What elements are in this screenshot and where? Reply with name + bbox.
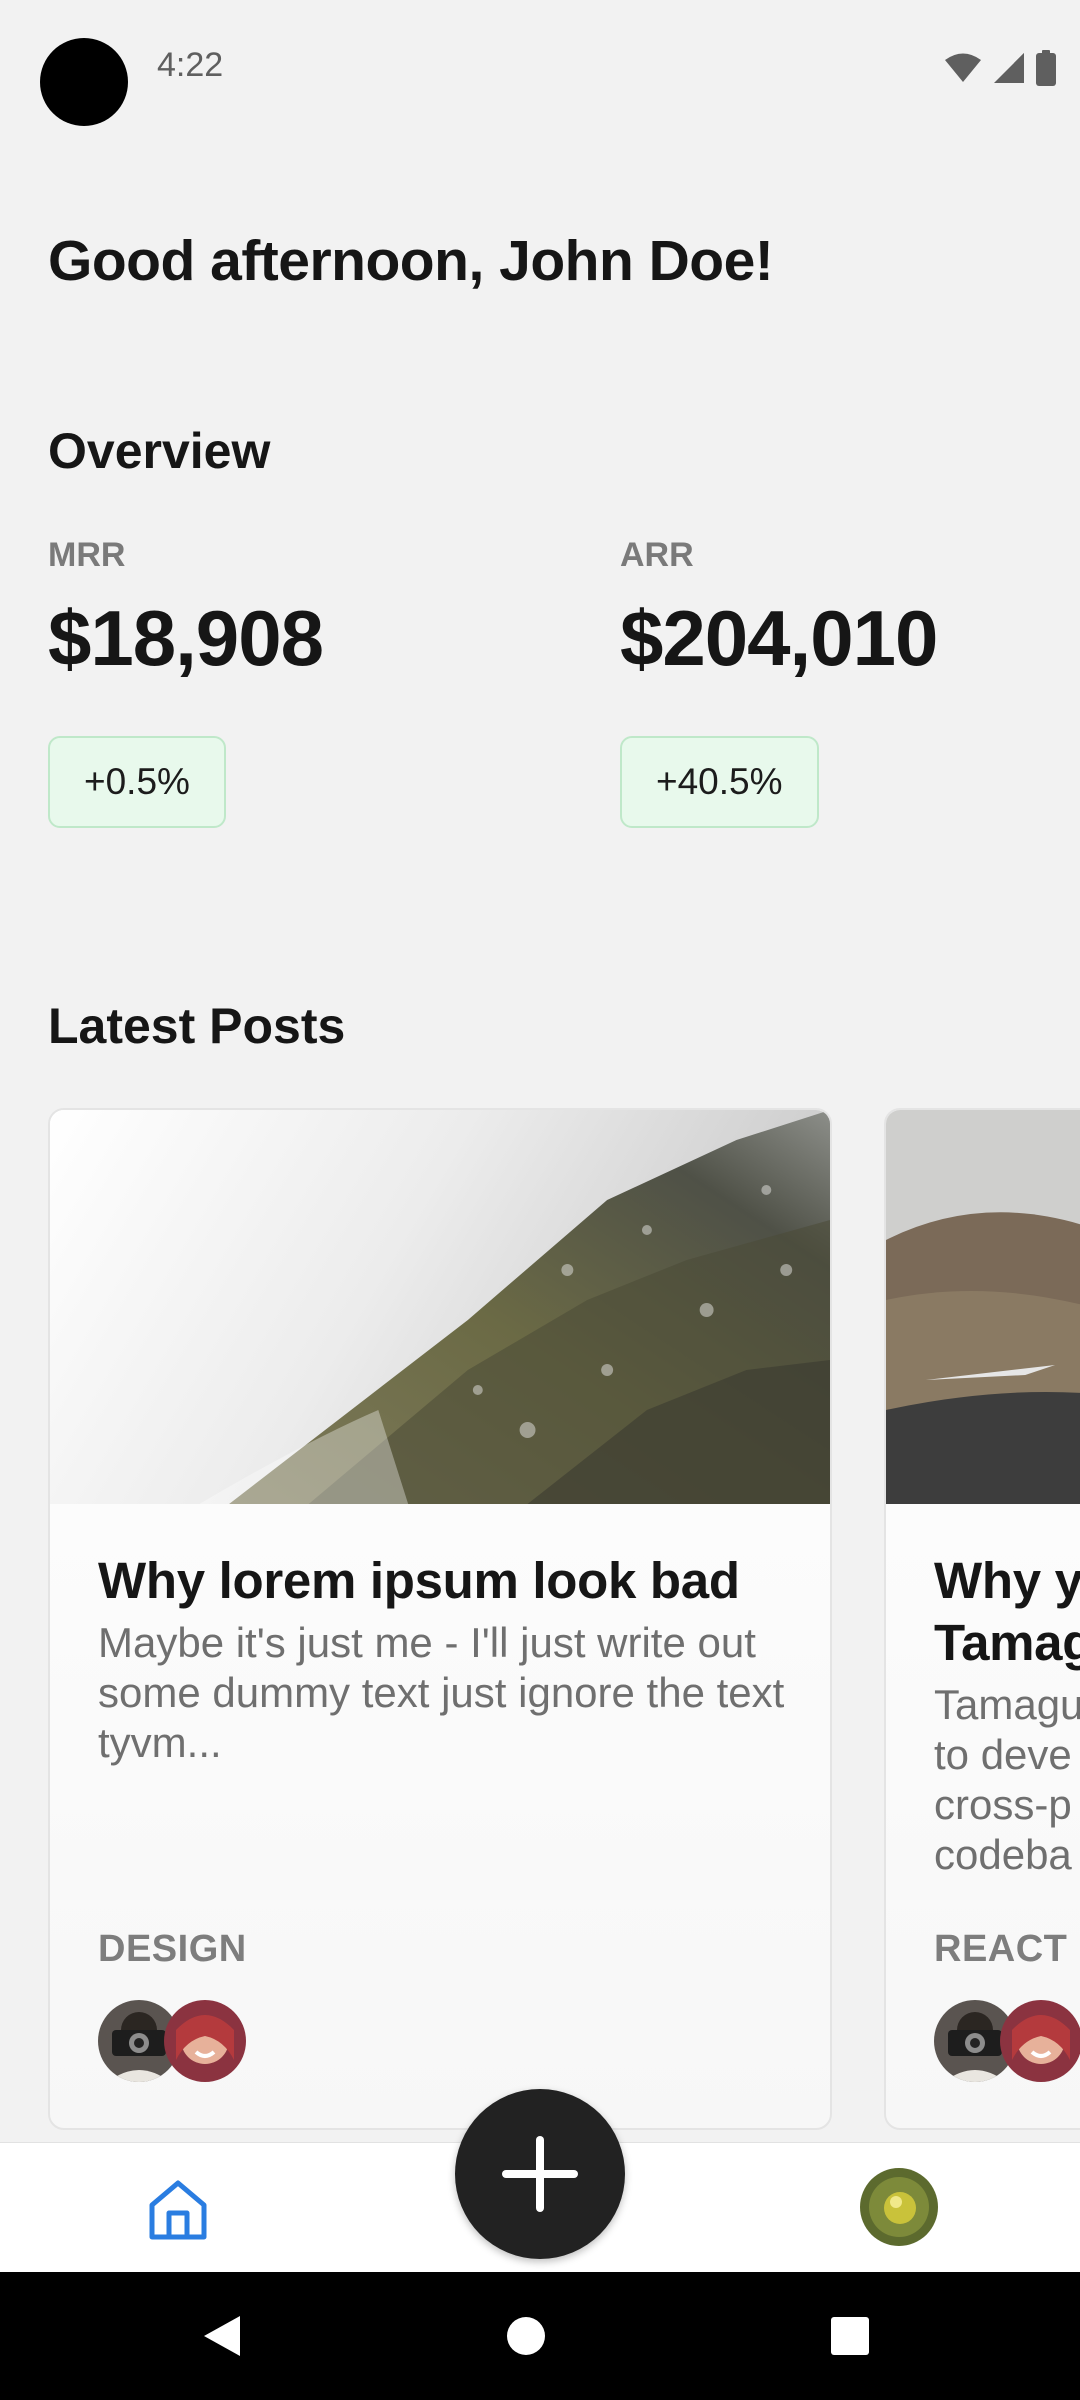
metric-value: $204,010 — [620, 594, 938, 682]
signal-icon — [994, 53, 1024, 83]
author-avatar — [1000, 2000, 1080, 2082]
post-excerpt: Tamagu to deve cross-p codeba — [934, 1681, 1080, 1878]
add-icon — [502, 2136, 578, 2212]
back-icon[interactable] — [200, 2312, 244, 2360]
home-icon — [149, 2180, 207, 2240]
metric-value: $18,908 — [48, 594, 324, 682]
add-post-button[interactable] — [455, 2089, 625, 2259]
post-category: DESIGN — [98, 1928, 247, 1970]
post-authors — [934, 2000, 1080, 2084]
status-icons — [944, 48, 1056, 88]
status-time: 4:22 — [157, 46, 224, 84]
metric-arr: ARR $204,010 +40.5% — [620, 535, 938, 828]
post-excerpt: Maybe it's just me - I'll just write out… — [98, 1619, 785, 1766]
recent-apps-icon[interactable] — [829, 2315, 871, 2357]
latest-posts-title: Latest Posts — [48, 998, 346, 1054]
metric-label: MRR — [48, 536, 126, 574]
metric-change-badge: +0.5% — [48, 736, 226, 828]
posts-carousel[interactable]: Why lorem ipsum look bad Maybe it's just… — [0, 1108, 1080, 2130]
metric-label: ARR — [620, 536, 694, 574]
battery-icon — [1036, 50, 1056, 86]
system-navigation-bar — [0, 2272, 1080, 2400]
status-bar: 4:22 — [0, 0, 1080, 140]
profile-avatar[interactable] — [860, 2168, 938, 2246]
post-category: REACT — [934, 1928, 1068, 1970]
greeting-heading: Good afternoon, John Doe! — [48, 229, 774, 293]
post-authors — [98, 2000, 258, 2084]
overview-title: Overview — [48, 423, 271, 479]
post-title: Why lorem ipsum look bad — [98, 1552, 740, 1609]
metric-change-badge: +40.5% — [620, 736, 819, 828]
metric-mrr: MRR $18,908 +0.5% — [48, 535, 324, 828]
wifi-icon — [945, 53, 981, 82]
foggy-forest-hillside-image — [50, 1110, 830, 1504]
post-card[interactable]: Why yo Tamag Tamagu to deve cross-p code… — [884, 1108, 1080, 2130]
nav-home-button[interactable] — [146, 2177, 210, 2241]
mountain-road-image — [886, 1110, 1080, 1504]
author-avatar — [164, 2000, 246, 2082]
system-home-icon[interactable] — [502, 2312, 550, 2360]
camera-cutout — [40, 38, 128, 126]
post-card[interactable]: Why lorem ipsum look bad Maybe it's just… — [48, 1108, 832, 2130]
post-title: Why yo Tamag — [934, 1552, 1080, 1671]
